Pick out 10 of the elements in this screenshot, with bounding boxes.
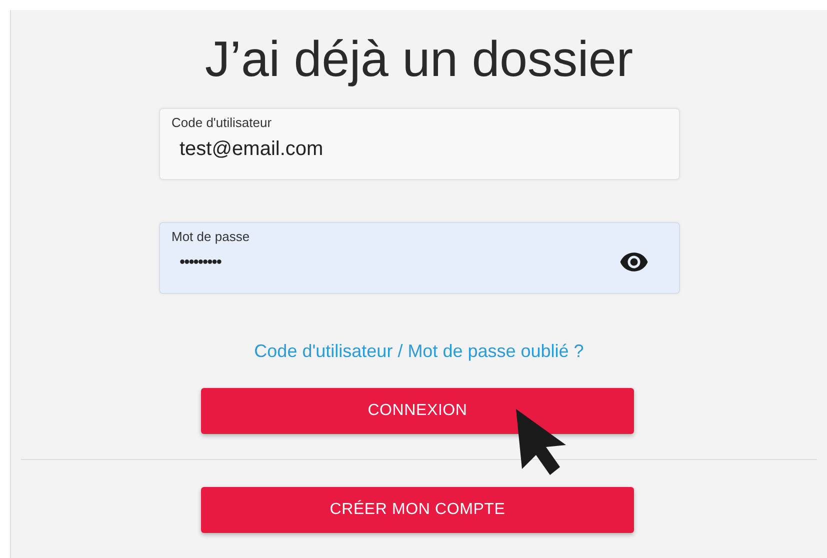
field-value: ••••••••• xyxy=(180,254,221,272)
login-button[interactable]: CONNEXION xyxy=(201,388,634,434)
page-title: J’ai déjà un dossier xyxy=(204,30,634,89)
input-field[interactable]: Code d'utilisateur test@email.com xyxy=(158,108,680,180)
input-field[interactable]: Mot de passe ••••••••• xyxy=(158,222,680,294)
field-value: test@email.com xyxy=(180,138,324,161)
forgot-password-link[interactable]: Code d'utilisateur / Mot de passe oublié ? xyxy=(254,341,584,362)
field-label: Mot de passe xyxy=(172,229,250,244)
create-account-button[interactable]: CRÉER MON COMPTE xyxy=(201,487,634,533)
field-label: Code d'utilisateur xyxy=(172,115,272,130)
